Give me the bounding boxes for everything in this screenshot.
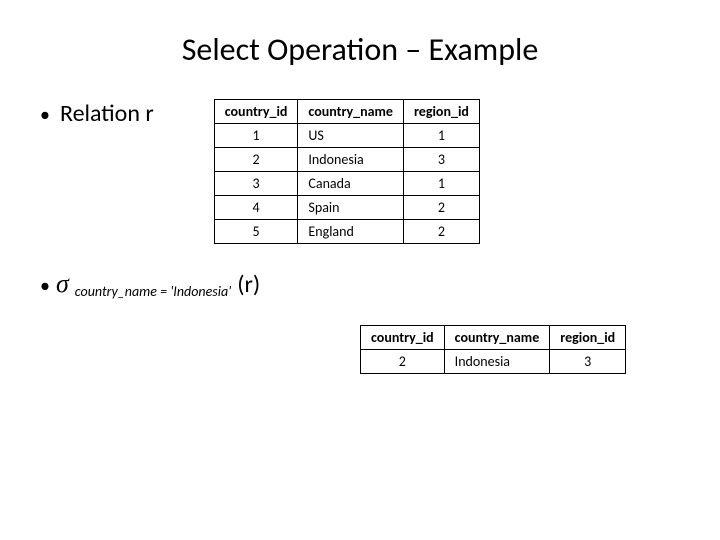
result-table-wrap: country_id country_name region_id 2 Indo… [360,325,680,374]
result-table: country_id country_name region_id 2 Indo… [360,325,626,374]
sigma-arg: (r) [237,270,260,299]
cell: 2 [403,220,479,244]
cell: Indonesia [298,148,404,172]
relation-table: country_id country_name region_id 1 US 1… [214,99,480,244]
cell: Indonesia [444,350,550,374]
cell: 3 [403,148,479,172]
sigma-subscript: country_name = 'Indonesia' [75,278,231,300]
bullet-relation-text: Relation r [60,99,154,128]
table-row: 2 Indonesia 3 [361,350,626,374]
table-row: 4 Spain 2 [214,196,479,220]
cell: 1 [403,124,479,148]
cell: 5 [214,220,298,244]
table-row: 5 England 2 [214,220,479,244]
bullet-formula: • σ country_name = 'Indonesia' (r) [40,269,680,300]
cell: US [298,124,404,148]
col-header: country_name [298,100,404,124]
bullet-icon: • [40,274,50,298]
table-row: 2 Indonesia 3 [214,148,479,172]
cell: England [298,220,404,244]
bullet-relation: • Relation r [40,99,154,128]
sigma-icon: σ [56,269,69,299]
cell: 3 [550,350,626,374]
col-header: country_id [214,100,298,124]
col-header: country_id [361,326,445,350]
bullet-icon: • [40,103,50,127]
table-row: 1 US 1 [214,124,479,148]
table-row: 3 Canada 1 [214,172,479,196]
sigma-sub-val: 'Indonesia' [170,283,231,300]
sigma-sub-pred: country_name = [75,283,170,300]
slide-title: Select Operation – Example [40,30,680,69]
cell: 1 [403,172,479,196]
cell: 2 [361,350,445,374]
col-header: country_name [444,326,550,350]
content-row-1: • Relation r country_id country_name reg… [40,99,680,244]
table-header-row: country_id country_name region_id [361,326,626,350]
cell: 4 [214,196,298,220]
cell: 2 [214,148,298,172]
col-header: region_id [403,100,479,124]
cell: 2 [403,196,479,220]
cell: 3 [214,172,298,196]
cell: 1 [214,124,298,148]
table-header-row: country_id country_name region_id [214,100,479,124]
cell: Canada [298,172,404,196]
col-header: region_id [550,326,626,350]
cell: Spain [298,196,404,220]
